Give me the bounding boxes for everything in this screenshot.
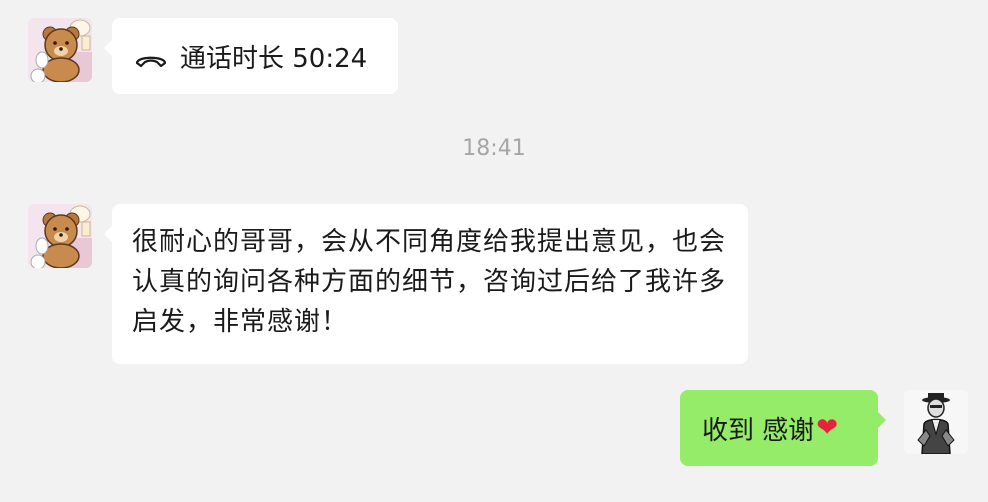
message-timestamp: 18:41 (462, 136, 526, 161)
incoming-message-bubble[interactable]: 很耐心的哥哥，会从不同角度给我提出意见，也会认真的询问各种方面的细节，咨询过后给… (104, 204, 748, 364)
phone-hangup-icon (134, 46, 168, 68)
call-duration-text: 通话时长 50:24 (180, 43, 368, 74)
self-avatar[interactable] (904, 390, 968, 454)
call-duration-bubble[interactable]: 通话时长 50:24 (104, 18, 398, 94)
message-text: 收到 感谢 (702, 415, 815, 446)
contact-avatar[interactable] (28, 204, 92, 268)
message-text: 很耐心的哥哥，会从不同角度给我提出意见，也会认真的询问各种方面的细节，咨询过后给… (132, 227, 727, 337)
heart-emoji-icon: ❤ (816, 413, 839, 443)
contact-avatar[interactable] (28, 18, 92, 82)
outgoing-message-bubble[interactable]: 收到 感谢 ❤ (680, 390, 886, 466)
